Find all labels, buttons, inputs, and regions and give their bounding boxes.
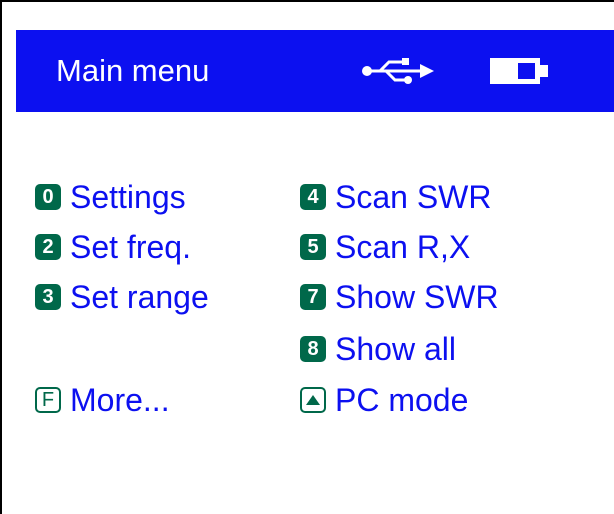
menu-item-more[interactable]: F More... — [35, 375, 170, 425]
menu-item-show-all[interactable]: 8 Show all — [300, 324, 456, 374]
menu-item-label: Set range — [70, 278, 209, 315]
key-4-icon: 4 — [300, 184, 326, 210]
menu-item-scan-swr[interactable]: 4 Scan SWR — [300, 172, 491, 222]
menu-item-label: More... — [70, 381, 170, 418]
header-bar: Main menu — [16, 30, 614, 112]
key-f-icon: F — [35, 387, 61, 413]
menu-item-label: Scan SWR — [335, 178, 492, 215]
menu-item-set-freq[interactable]: 2 Set freq. — [35, 222, 191, 272]
key-2-icon: 2 — [35, 234, 61, 260]
usb-icon — [362, 58, 434, 84]
menu-item-label: Set freq. — [70, 228, 191, 265]
key-8-icon: 8 — [300, 336, 326, 362]
up-arrow-key-icon — [300, 387, 326, 413]
key-5-icon: 5 — [300, 234, 326, 260]
menu-item-settings[interactable]: 0 Settings — [35, 172, 186, 222]
menu-item-label: Scan R,X — [335, 228, 471, 265]
menu-item-scan-rx[interactable]: 5 Scan R,X — [300, 222, 470, 272]
menu-item-set-range[interactable]: 3 Set range — [35, 272, 209, 322]
menu-item-label: Settings — [70, 178, 186, 215]
menu-item-label: Show SWR — [335, 278, 499, 315]
key-7-icon: 7 — [300, 284, 326, 310]
battery-icon — [490, 58, 548, 84]
menu-item-show-swr[interactable]: 7 Show SWR — [300, 272, 499, 322]
menu-item-label: PC mode — [335, 381, 469, 418]
menu-item-pc-mode[interactable]: PC mode — [300, 375, 468, 425]
page-title: Main menu — [56, 53, 210, 88]
menu-item-label: Show all — [335, 330, 456, 367]
key-3-icon: 3 — [35, 284, 61, 310]
device-screen: Main menu 0 Settings 2 Set freq. 3 Set r… — [0, 0, 614, 514]
key-0-icon: 0 — [35, 184, 61, 210]
